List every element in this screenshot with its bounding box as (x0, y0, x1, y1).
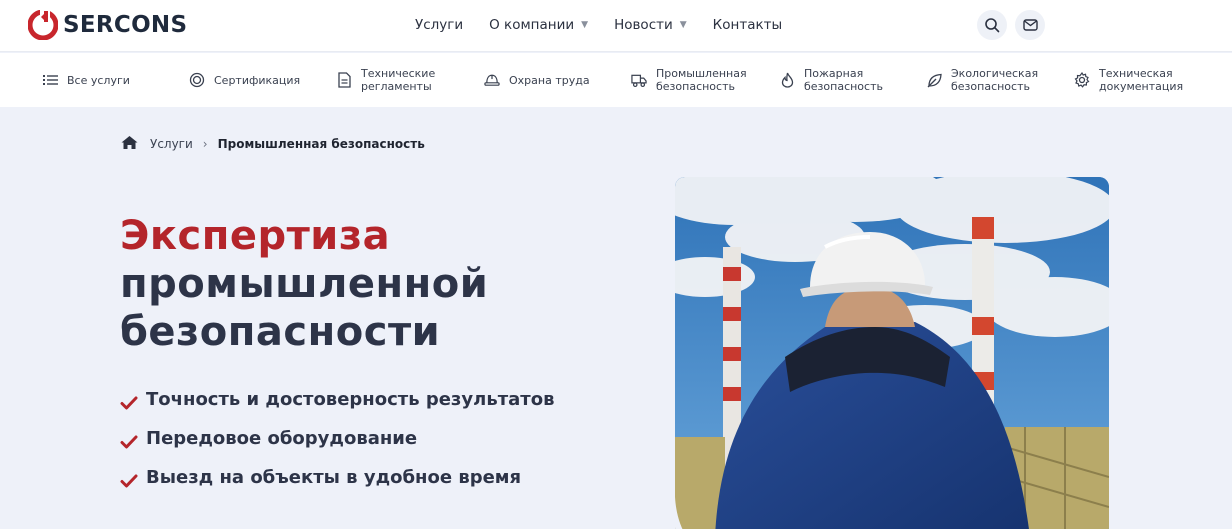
page-title-line: безопасности (120, 309, 441, 355)
service-label: Промышленная безопасность (656, 67, 747, 93)
feature-text: Выезд на объекты в удобное время (146, 467, 522, 488)
page-title-accent: Экспертиза (120, 213, 391, 259)
logo[interactable]: SERCONS (28, 10, 187, 40)
service-item-industrial-safety[interactable]: Промышленная безопасность (631, 53, 747, 107)
nav-label: Контакты (712, 17, 783, 33)
main-nav: Услуги О компании ▼ Новости ▼ Контакты (415, 0, 808, 50)
service-label: Техническая документация (1099, 67, 1184, 93)
feature-text: Передовое оборудование (146, 428, 418, 449)
nav-label: Услуги (415, 17, 464, 33)
brand-name: SERCONS (63, 12, 188, 38)
service-item-certification[interactable]: Сертификация (189, 53, 300, 107)
checkmark-icon (120, 396, 138, 409)
feature-item: Передовое оборудование (120, 419, 554, 458)
helmet-icon (484, 72, 500, 88)
service-label: Сертификация (214, 73, 301, 87)
service-label: Пожарная безопасность (804, 67, 883, 93)
nav-label: Новости (614, 17, 673, 33)
feature-list: Точность и достоверность результатов Пер… (120, 380, 554, 497)
service-label: Все услуги (67, 73, 130, 87)
services-bar: Все услуги Сертификация Технические регл… (0, 53, 1232, 107)
truck-icon (631, 72, 647, 88)
page-title-line: промышленной (120, 261, 489, 307)
service-item-eco-safety[interactable]: Экологическая безопасность (926, 53, 1038, 107)
service-item-all[interactable]: Все услуги (42, 53, 130, 107)
feature-item: Выезд на объекты в удобное время (120, 458, 554, 497)
mail-icon (1022, 19, 1038, 31)
mail-button[interactable] (1015, 10, 1045, 40)
checkmark-icon (120, 435, 138, 448)
fire-icon (779, 72, 795, 88)
home-icon[interactable] (121, 135, 138, 153)
chevron-down-icon: ▼ (581, 20, 589, 30)
service-item-tech-docs[interactable]: Техническая документация (1074, 53, 1183, 107)
search-button[interactable] (977, 10, 1007, 40)
feature-text: Точность и достоверность результатов (146, 389, 555, 410)
nav-item-services[interactable]: Услуги (415, 17, 463, 33)
service-label: Технические регламенты (361, 67, 436, 93)
document-icon (336, 72, 352, 88)
chevron-right-icon: › (202, 137, 208, 151)
breadcrumb-current: Промышленная безопасность (217, 137, 425, 151)
gear-icon (1074, 72, 1090, 88)
breadcrumb: Услуги › Промышленная безопасность (121, 135, 425, 153)
service-label: Охрана труда (509, 73, 590, 87)
industrial-worker-photo (675, 177, 1109, 529)
breadcrumb-link-services[interactable]: Услуги (150, 137, 193, 151)
page-title: Экспертиза промышленной безопасности (120, 212, 488, 356)
feature-item: Точность и достоверность результатов (120, 380, 554, 419)
list-icon (42, 72, 58, 88)
service-item-tech-regulations[interactable]: Технические регламенты (336, 53, 435, 107)
nav-label: О компании (489, 17, 575, 33)
chevron-down-icon: ▼ (679, 20, 687, 30)
header: SERCONS Услуги О компании ▼ Новости ▼ Ко… (0, 0, 1232, 52)
leaf-icon (926, 72, 942, 88)
nav-item-about[interactable]: О компании ▼ (489, 17, 588, 33)
logo-icon (28, 10, 58, 40)
checkmark-icon (120, 474, 138, 487)
medal-icon (189, 72, 205, 88)
service-item-labor-safety[interactable]: Охрана труда (484, 53, 590, 107)
search-icon (985, 18, 1000, 33)
service-item-fire-safety[interactable]: Пожарная безопасность (779, 53, 883, 107)
nav-item-contacts[interactable]: Контакты (713, 17, 782, 33)
nav-item-news[interactable]: Новости ▼ (614, 17, 687, 33)
service-label: Экологическая безопасность (951, 67, 1039, 93)
